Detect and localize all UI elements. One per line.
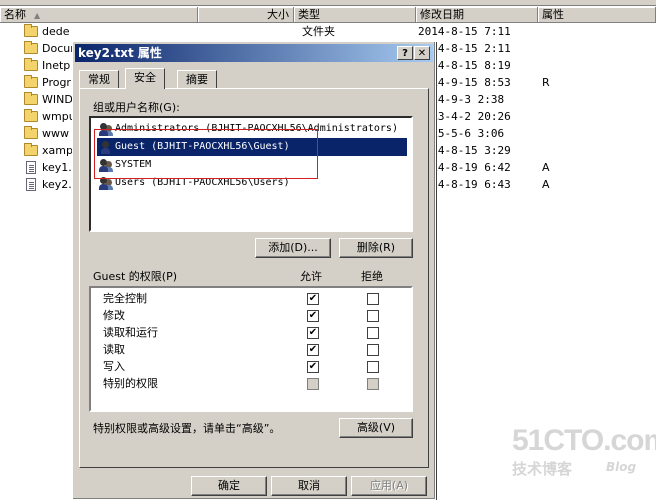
column-header-size-label: 大小 <box>267 8 289 21</box>
watermark-logo-text: 51CTO.com <box>512 424 656 457</box>
permission-name: 读取 <box>103 343 125 356</box>
text-file-icon <box>26 178 36 191</box>
close-button[interactable]: ✕ <box>414 46 430 60</box>
folder-icon <box>24 92 38 105</box>
file-type: 文件夹 <box>302 25 335 38</box>
file-date: 2014-8-15 7:11 <box>418 25 511 38</box>
folder-icon <box>24 143 38 156</box>
user-group-icon <box>99 158 113 172</box>
text-file-icon <box>26 161 36 174</box>
permission-name: 读取和运行 <box>103 326 158 339</box>
column-header-size[interactable]: 大小 <box>198 7 294 23</box>
column-header-modified-label: 修改日期 <box>420 8 464 21</box>
permission-row-read: 读取 ✔ <box>91 341 411 358</box>
column-header-type-label: 类型 <box>298 8 320 21</box>
column-header-attr-label: 属性 <box>542 8 564 21</box>
user-item-administrators[interactable]: Administrators (BJHIT-PAOCXHL56\Administ… <box>97 120 407 138</box>
folder-icon <box>24 41 38 54</box>
deny-checkbox[interactable] <box>367 293 379 305</box>
user-item-label: SYSTEM <box>115 159 152 170</box>
properties-dialog: key2.txt 属性 ? ✕ 常规 安全 摘要 组或用户名称(G): Admi… <box>72 41 436 500</box>
allow-column-label: 允许 <box>300 270 322 283</box>
folder-icon <box>24 24 38 37</box>
add-button[interactable]: 添加(D)... <box>255 238 331 258</box>
file-attr: A <box>542 161 550 174</box>
tab-general[interactable]: 常规 <box>79 70 119 88</box>
column-header-name[interactable]: 名称 ▲ <box>0 7 198 23</box>
permission-row-modify: 修改 ✔ <box>91 307 411 324</box>
tab-summary[interactable]: 摘要 <box>177 70 217 88</box>
column-header-type[interactable]: 类型 <box>294 7 416 23</box>
folder-icon <box>24 126 38 139</box>
file-attr: R <box>542 76 550 89</box>
user-icon <box>99 140 113 154</box>
allow-checkbox[interactable]: ✔ <box>307 327 319 339</box>
allow-checkbox[interactable]: ✔ <box>307 310 319 322</box>
remove-button[interactable]: 删除(R) <box>339 238 413 258</box>
allow-checkbox[interactable]: ✔ <box>307 293 319 305</box>
deny-column-label: 拒绝 <box>361 270 383 283</box>
permissions-list: 完全控制 ✔ 修改 ✔ 读取和运行 ✔ 读取 ✔ 写入 ✔ 特别的权限 <box>89 286 413 412</box>
permission-name: 修改 <box>103 309 125 322</box>
user-item-label: Administrators (BJHIT-PAOCXHL56\Administ… <box>115 123 398 134</box>
permission-row-full-control: 完全控制 ✔ <box>91 290 411 307</box>
allow-checkbox[interactable]: ✔ <box>307 361 319 373</box>
allow-checkbox-disabled <box>307 378 319 390</box>
watermark-blog: Blog <box>606 460 637 474</box>
tab-security[interactable]: 安全 <box>125 68 165 89</box>
group-or-user-label: 组或用户名称(G): <box>93 101 180 114</box>
file-attr: A <box>542 178 550 191</box>
permission-name: 写入 <box>103 360 125 373</box>
user-group-icon <box>99 176 113 190</box>
user-item-label: Users (BJHIT-PAOCXHL56\Users) <box>115 177 290 188</box>
dialog-titlebar[interactable]: key2.txt 属性 ? ✕ <box>75 44 433 62</box>
deny-checkbox[interactable] <box>367 344 379 356</box>
allow-checkbox[interactable]: ✔ <box>307 344 319 356</box>
dialog-title: key2.txt 属性 <box>78 46 162 60</box>
help-button[interactable]: ? <box>397 46 413 60</box>
permission-name: 特别的权限 <box>103 377 158 390</box>
user-item-label: Guest (BJHIT-PAOCXHL56\Guest) <box>115 141 290 152</box>
deny-checkbox[interactable] <box>367 327 379 339</box>
user-item-users[interactable]: Users (BJHIT-PAOCXHL56\Users) <box>97 174 407 192</box>
deny-checkbox-disabled <box>367 378 379 390</box>
users-listbox[interactable]: Administrators (BJHIT-PAOCXHL56\Administ… <box>89 116 413 232</box>
deny-checkbox[interactable] <box>367 361 379 373</box>
user-item-system[interactable]: SYSTEM <box>97 156 407 174</box>
column-header-modified[interactable]: 修改日期 <box>416 7 538 23</box>
permissions-label: Guest 的权限(P) <box>93 270 178 283</box>
file-name: dede <box>42 25 70 38</box>
folder-icon <box>24 75 38 88</box>
folder-icon <box>24 109 38 122</box>
advanced-button[interactable]: 高级(V) <box>339 418 413 438</box>
column-header-attr[interactable]: 属性 <box>538 7 656 23</box>
apply-button: 应用(A) <box>351 476 427 496</box>
ok-button[interactable]: 确定 <box>191 476 267 496</box>
column-header-bar: 名称 ▲ 大小 类型 修改日期 属性 <box>0 7 656 23</box>
cancel-button[interactable]: 取消 <box>271 476 347 496</box>
sort-up-icon: ▲ <box>34 11 41 20</box>
permission-row-read-execute: 读取和运行 ✔ <box>91 324 411 341</box>
file-row[interactable]: dede 文件夹 2014-8-15 7:11 <box>0 23 656 40</box>
site-watermark: 51CTO.com 技术博客 Blog <box>512 424 656 484</box>
watermark-subtitle: 技术博客 <box>512 460 573 478</box>
permission-row-special: 特别的权限 <box>91 375 411 392</box>
deny-checkbox[interactable] <box>367 310 379 322</box>
folder-icon <box>24 58 38 71</box>
permission-row-write: 写入 ✔ <box>91 358 411 375</box>
window-top-strip <box>0 0 656 6</box>
permission-name: 完全控制 <box>103 292 147 305</box>
user-group-icon <box>99 122 113 136</box>
advanced-hint-text: 特别权限或高级设置，请单击“高级”。 <box>93 422 281 435</box>
column-header-name-label: 名称 <box>4 8 26 21</box>
user-item-guest[interactable]: Guest (BJHIT-PAOCXHL56\Guest) <box>97 138 407 156</box>
